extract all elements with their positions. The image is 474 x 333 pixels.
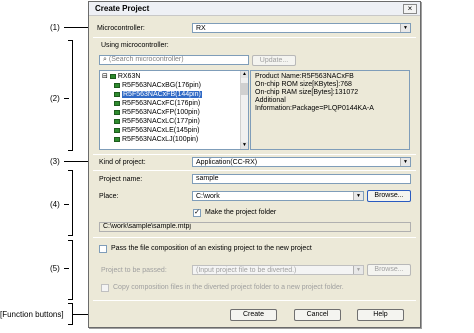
annotation-function-buttons: [Function buttons]	[0, 310, 64, 319]
annotation-2: (2)	[50, 94, 60, 103]
tree-root-label: RX63N	[117, 73, 141, 80]
separator	[93, 300, 416, 301]
tree-item[interactable]: R5F563NACxBG(176pin)	[114, 81, 201, 90]
tree-item[interactable]: R5F563NACxLJ(100pin)	[114, 135, 198, 144]
microcontroller-info: Product Name:R5F563NACxFB On-chip ROM si…	[250, 70, 410, 150]
annotation-5-leader	[64, 268, 69, 269]
project-path-display: C:\work\sample\sample.mtpj	[99, 222, 411, 232]
scroll-thumb[interactable]	[241, 83, 248, 95]
project-to-be-passed-placeholder: (Input project file to be diverted.)	[196, 267, 297, 274]
tree-item-label: R5F563NACxFC(176pin)	[122, 100, 201, 107]
tree-item[interactable]: R5F563NACxFC(176pin)	[114, 99, 200, 108]
tree-item-label: R5F563NACxBG(176pin)	[122, 82, 201, 89]
microcontroller-select[interactable]: RX ▼	[192, 23, 411, 33]
close-button[interactable]: ×	[403, 4, 417, 14]
create-button[interactable]: Create	[230, 309, 277, 321]
tree-item-label: R5F563NACxFB(144pin)	[122, 91, 202, 98]
place-select[interactable]: C:\work ▼	[192, 191, 364, 201]
project-name-input[interactable]: sample	[192, 174, 411, 184]
passed-browse-button[interactable]: Browse...	[367, 264, 411, 276]
dialog-title: Create Project	[95, 4, 150, 13]
pass-composition-checkbox[interactable]	[99, 245, 107, 253]
tree-item-label: R5F563NACxLC(177pin)	[122, 118, 200, 125]
kind-of-project-select[interactable]: Application(CC-RX) ▼	[192, 157, 411, 167]
annotation-2-bracket	[68, 40, 73, 151]
place-value: C:\work	[196, 193, 220, 200]
chevron-down-icon: ▼	[353, 266, 363, 274]
annotation-1: (1)	[50, 23, 60, 32]
scroll-up-icon[interactable]: ▲	[241, 71, 248, 78]
chip-icon	[109, 74, 116, 79]
tree-item[interactable]: R5F563NACxLC(177pin)	[114, 117, 200, 126]
using-microcontroller-label: Using microcontroller:	[101, 42, 169, 49]
tree-item-label: R5F563NACxLJ(100pin)	[122, 136, 199, 143]
tree-item-label: R5F563NACxFP(100pin)	[122, 109, 200, 116]
separator	[93, 237, 416, 238]
create-project-dialog: Create Project × Microcontroller: RX ▼ U…	[88, 1, 421, 328]
annotation-5: (5)	[50, 264, 60, 273]
chip-icon	[114, 92, 120, 97]
chip-icon	[114, 83, 120, 88]
pass-composition-label: Pass the file composition of an existing…	[111, 245, 312, 252]
chip-icon	[114, 101, 120, 106]
cancel-button[interactable]: Cancel	[294, 309, 341, 321]
scroll-down-icon[interactable]: ▼	[241, 142, 248, 149]
annotation-3-leader	[64, 161, 88, 162]
microcontroller-tree[interactable]: ⊟ RX63N R5F563NACxBG(176pin) R5F563NACxF…	[99, 70, 249, 150]
search-microcontroller-input[interactable]: ⌕ (Search microcontroller)	[99, 55, 249, 65]
project-to-be-passed-label: Project to be passed:	[101, 267, 167, 274]
annotation-4: (4)	[50, 200, 60, 209]
tree-item-label: R5F563NACxLE(145pin)	[122, 127, 200, 134]
separator	[93, 37, 416, 38]
annotation-4-bracket	[68, 170, 73, 236]
annotation-1-leader	[64, 27, 88, 28]
chip-icon	[114, 110, 120, 115]
tree-item[interactable]: R5F563NACxFP(100pin)	[114, 108, 200, 117]
close-icon: ×	[407, 4, 413, 13]
update-button[interactable]: Update...	[252, 55, 296, 66]
kind-of-project-label: Kind of project:	[99, 159, 146, 166]
search-placeholder: (Search microcontroller)	[108, 56, 184, 63]
place-browse-button[interactable]: Browse...	[367, 190, 411, 202]
project-to-be-passed-select[interactable]: (Input project file to be diverted.) ▼	[192, 265, 364, 275]
separator	[93, 170, 416, 171]
copy-composition-label: Copy composition files in the diverted p…	[113, 284, 344, 291]
annotation-4-leader	[64, 204, 69, 205]
chevron-down-icon: ▼	[353, 192, 363, 200]
annotation-2-leader	[64, 98, 69, 99]
help-button[interactable]: Help	[357, 309, 404, 321]
make-folder-checkbox[interactable]: ✓	[193, 209, 201, 217]
annotation-3: (3)	[50, 157, 60, 166]
collapse-icon: ⊟	[102, 73, 108, 80]
project-name-label: Project name:	[99, 176, 143, 183]
place-label: Place:	[99, 193, 119, 200]
chip-icon	[114, 137, 120, 142]
chevron-down-icon: ▼	[400, 24, 410, 32]
microcontroller-label: Microcontroller:	[97, 25, 145, 32]
microcontroller-value: RX	[196, 25, 206, 32]
tree-root[interactable]: ⊟ RX63N	[102, 72, 140, 81]
chip-icon	[114, 128, 120, 133]
title-bar: Create Project ×	[89, 2, 420, 16]
chip-icon	[114, 119, 120, 124]
copy-composition-checkbox[interactable]	[101, 284, 109, 292]
chevron-down-icon: ▼	[400, 158, 410, 166]
tree-item[interactable]: R5F563NACxLE(145pin)	[114, 126, 199, 135]
tree-scrollbar[interactable]: ▲ ▼	[240, 71, 248, 149]
annotation-5-bracket	[68, 240, 73, 300]
tree-item-selected[interactable]: R5F563NACxFB(144pin)	[114, 90, 202, 99]
annotation-fn-leader	[72, 314, 88, 315]
separator	[93, 154, 416, 155]
make-folder-label: Make the project folder	[205, 209, 277, 216]
kind-of-project-value: Application(CC-RX)	[196, 159, 258, 166]
